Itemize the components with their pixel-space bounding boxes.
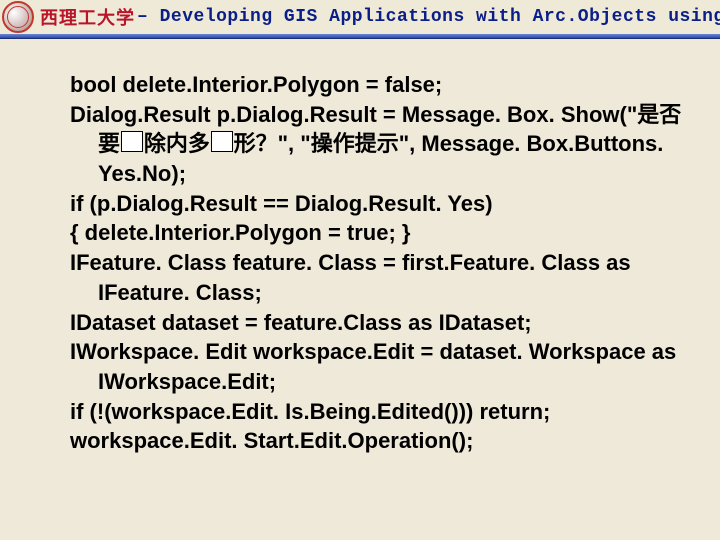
title-separator: –: [137, 7, 160, 27]
title-text: Developing GIS Applications with Arc.Obj…: [160, 7, 720, 27]
code-line: IFeature. Class feature. Class = first.F…: [70, 248, 690, 307]
university-logo-icon: [2, 1, 34, 33]
code-line: Dialog.Result p.Dialog.Result = Message.…: [70, 100, 690, 189]
header-divider: [0, 34, 720, 38]
course-title: – Developing GIS Applications with Arc.O…: [137, 7, 720, 27]
code-line: if (p.Dialog.Result == Dialog.Result. Ye…: [70, 189, 690, 219]
code-line: workspace.Edit. Start.Edit.Operation();: [70, 426, 690, 456]
code-line: if (!(workspace.Edit. Is.Being.Edited())…: [70, 397, 690, 427]
slide-header: 西理工大学 – Developing GIS Applications with…: [0, 0, 720, 34]
university-name: 西理工大学: [40, 4, 135, 30]
code-line: { delete.Interior.Polygon = true; }: [70, 218, 690, 248]
slide: 西理工大学 – Developing GIS Applications with…: [0, 0, 720, 540]
code-line: bool delete.Interior.Polygon = false;: [70, 70, 690, 100]
missing-glyph-icon: [211, 131, 233, 153]
code-line: IWorkspace. Edit workspace.Edit = datase…: [70, 337, 690, 396]
code-line: IDataset dataset = feature.Class as IDat…: [70, 308, 690, 338]
code-block: bool delete.Interior.Polygon = false; Di…: [70, 70, 690, 456]
missing-glyph-icon: [121, 131, 143, 153]
